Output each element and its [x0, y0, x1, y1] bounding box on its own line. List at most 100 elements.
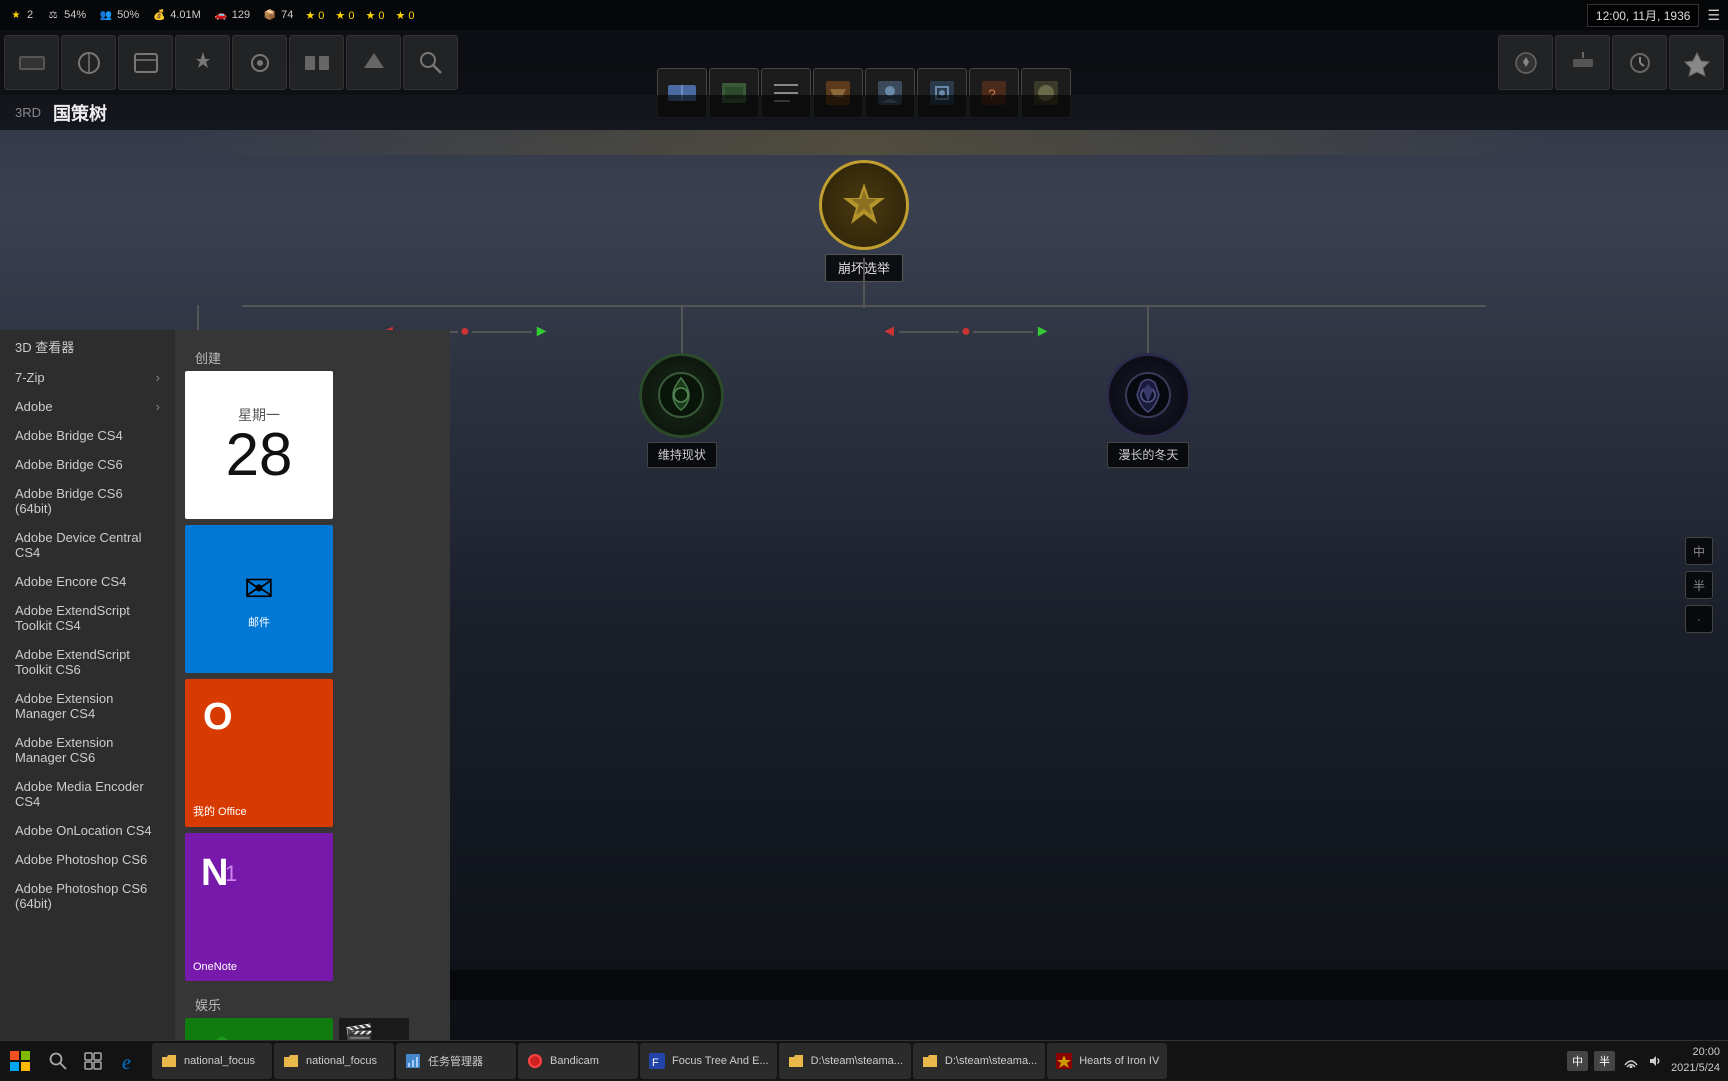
hud-right: 12:00, 11月, 1936 ☰: [1587, 4, 1720, 27]
focus-label-center-text: 维持现状: [658, 448, 706, 462]
onenote-icon-wrapper: N 1: [195, 843, 250, 903]
taskbar-item-hoi4[interactable]: Hearts of Iron IV: [1047, 1043, 1167, 1079]
top-deco: [0, 130, 1728, 155]
connector-h-main: [242, 305, 1486, 307]
toolbar-right-btn-1[interactable]: [1498, 35, 1553, 90]
taskbar-item-steam-1[interactable]: D:\steam\steama...: [779, 1043, 911, 1079]
tile-onenote[interactable]: N 1 OneNote: [185, 833, 333, 981]
app-item-media-encoder[interactable]: Adobe Media Encoder CS4: [0, 772, 175, 816]
app-item-ext-mgr-cs6[interactable]: Adobe Extension Manager CS6: [0, 728, 175, 772]
taskbar-edge-icon[interactable]: e: [114, 1043, 150, 1079]
tile-xbox[interactable]: Xbox: [185, 1018, 333, 1040]
tile-mail[interactable]: ✉ 邮件: [185, 525, 333, 673]
toolbar-btn-4[interactable]: [175, 35, 230, 90]
toolbar-btn-6[interactable]: [289, 35, 344, 90]
app-item-bridge-cs6-64[interactable]: Adobe Bridge CS6 (64bit): [0, 479, 175, 523]
taskbar-item-national-focus-1[interactable]: national_focus: [152, 1043, 272, 1079]
taskbar-item-steam-2[interactable]: D:\steam\steama...: [913, 1043, 1045, 1079]
folder-icon-1: [161, 1053, 177, 1069]
taskbar-task-view-button[interactable]: [75, 1041, 110, 1081]
svg-text:1: 1: [225, 861, 237, 886]
hud-pct1-val: 54%: [64, 9, 86, 21]
toolbar-right-btn-4[interactable]: [1669, 35, 1724, 90]
taskbar-search-button[interactable]: [40, 1041, 75, 1081]
taskbar-item-icon-1: [160, 1052, 178, 1070]
hud-star-count: 2: [27, 9, 33, 21]
taskbar-label-3: 任务管理器: [428, 1053, 483, 1069]
hud-menu-icon[interactable]: ☰: [1707, 7, 1720, 24]
app-item-3dviewer[interactable]: 3D 查看器: [0, 330, 175, 363]
app-item-encore[interactable]: Adobe Encore CS4: [0, 567, 175, 596]
hud-supply: 📦 74: [262, 7, 293, 23]
toolbar-right-btn-3[interactable]: [1612, 35, 1667, 90]
right-btn-3[interactable]: ·: [1685, 605, 1713, 633]
taskbar-item-focus-tree[interactable]: F Focus Tree And E...: [640, 1043, 777, 1079]
app-item-ext-mgr-cs4[interactable]: Adobe Extension Manager CS4: [0, 684, 175, 728]
taskbar-item-task-manager[interactable]: 任务管理器: [396, 1043, 516, 1079]
toolbar-right-btn-2[interactable]: [1555, 35, 1610, 90]
bandicam-rec-icon: [528, 1054, 542, 1068]
app-item-onlocation[interactable]: Adobe OnLocation CS4: [0, 816, 175, 845]
folder-steam-1-icon: [788, 1053, 804, 1069]
star1-icon: ★ 0: [305, 9, 324, 22]
taskbar-item-bandicam[interactable]: Bandicam: [518, 1043, 638, 1079]
toolbar-btn-3[interactable]: [118, 35, 173, 90]
app-item-7zip[interactable]: 7-Zip: [0, 363, 175, 392]
app-item-extendscript-cs4[interactable]: Adobe ExtendScript Toolkit CS4: [0, 596, 175, 640]
folder-icon-2: [283, 1053, 299, 1069]
office-icon-wrapper: O: [195, 689, 250, 749]
app-item-bridge-cs6[interactable]: Adobe Bridge CS6: [0, 450, 175, 479]
toolbar-btn-7[interactable]: [346, 35, 401, 90]
right-btn-2[interactable]: 半: [1685, 571, 1713, 599]
focus-node-right[interactable]: 漫长的冬天: [1106, 305, 1191, 468]
tray-icon-network[interactable]: [1621, 1051, 1641, 1071]
tank-icon: 🚗: [213, 7, 229, 23]
app-item-bridge-cs4[interactable]: Adobe Bridge CS4: [0, 421, 175, 450]
hud-stars-row: ★ 0 ★ 0 ★ 0 ★ 0: [305, 9, 414, 22]
toolbar-btn-8[interactable]: [403, 35, 458, 90]
taskbar-label-7: D:\steam\steama...: [945, 1055, 1037, 1067]
right-btn-1[interactable]: 中: [1685, 537, 1713, 565]
taskbar-item-national-focus-2[interactable]: national_focus: [274, 1043, 394, 1079]
tile-myoffice[interactable]: O 我的 Office: [185, 679, 333, 827]
start-menu: 3D 查看器 7-Zip Adobe Adobe Bridge CS4 Adob…: [0, 330, 450, 1040]
create-tiles-row: 星期一 28 ✉ 邮件: [185, 371, 440, 673]
hud-clock[interactable]: 12:00, 11月, 1936: [1587, 4, 1700, 27]
page-title-bar: 3RD 国策树: [0, 95, 1728, 130]
ime-button-sub[interactable]: 半: [1594, 1051, 1615, 1071]
app-item-photoshop-cs6-64[interactable]: Adobe Photoshop CS6 (64bit): [0, 874, 175, 918]
svg-text:e: e: [122, 1052, 131, 1072]
arrow-cr2: ●: [961, 323, 971, 341]
folder-steam-2-icon: [922, 1053, 938, 1069]
app-item-photoshop-cs6[interactable]: Adobe Photoshop CS6: [0, 845, 175, 874]
mail-envelope-icon: ✉: [244, 568, 274, 610]
toolbar-btn-2[interactable]: [61, 35, 116, 90]
clock-time: 20:00: [1671, 1045, 1720, 1060]
taskbar-label-4: Bandicam: [550, 1055, 599, 1067]
taskbar-clock[interactable]: 20:00 2021/5/24: [1671, 1045, 1720, 1076]
app-item-device-central[interactable]: Adobe Device Central CS4: [0, 523, 175, 567]
start-menu-body: 3D 查看器 7-Zip Adobe Adobe Bridge CS4 Adob…: [0, 330, 450, 1040]
app-item-extendscript-cs6[interactable]: Adobe ExtendScript Toolkit CS6: [0, 640, 175, 684]
taskbar-start-button[interactable]: [0, 1041, 40, 1081]
svg-text:O: O: [203, 696, 233, 738]
page-label: 3RD: [15, 105, 41, 120]
toolbar-btn-5[interactable]: [232, 35, 287, 90]
media-tiles-col: 🎬 电影和电视 照片: [339, 1018, 409, 1040]
star3-icon: ★ 0: [365, 9, 384, 22]
task-manager-icon: [405, 1053, 421, 1069]
taskbar-item-icon-8: [1055, 1052, 1073, 1070]
tile-calendar[interactable]: 星期一 28: [185, 371, 333, 519]
ime-button-zh[interactable]: 中: [1567, 1051, 1588, 1071]
tray-icon-volume[interactable]: [1645, 1051, 1665, 1071]
focus-node-center[interactable]: 维持现状: [639, 305, 724, 468]
supply-icon: 📦: [262, 7, 278, 23]
taskbar-item-icon-4: [526, 1052, 544, 1070]
toolbar-btn-1[interactable]: [4, 35, 59, 90]
tile-movies[interactable]: 🎬 电影和电视: [339, 1018, 409, 1040]
taskbar-label-5: Focus Tree And E...: [672, 1055, 769, 1067]
edge-icon: e: [121, 1050, 143, 1072]
focus-icon-top: [819, 160, 909, 250]
app-item-adobe[interactable]: Adobe: [0, 392, 175, 421]
clock-date: 2021/5/24: [1671, 1061, 1720, 1076]
